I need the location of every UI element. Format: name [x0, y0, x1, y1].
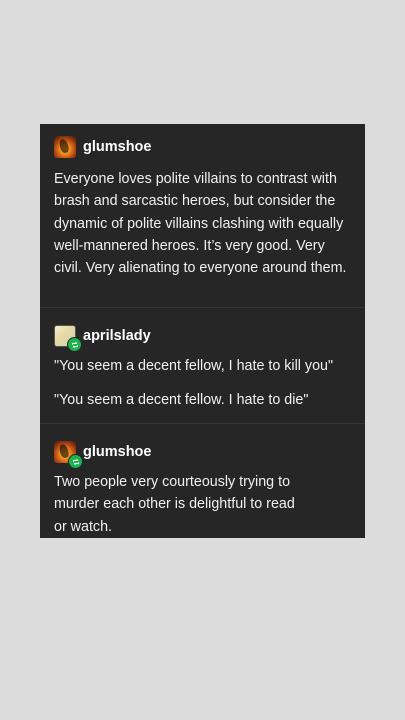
username-link[interactable]: aprilslady	[83, 328, 151, 344]
username-link[interactable]: glumshoe	[83, 139, 151, 155]
post-text: Two people very courteously trying to mu…	[54, 474, 295, 535]
post-header: glumshoe	[40, 437, 365, 469]
post-reblog-1: aprilslady "You seem a decent fellow, I …	[40, 307, 365, 423]
reblog-icon	[67, 337, 82, 352]
flame-avatar-icon[interactable]	[54, 136, 76, 158]
username-link[interactable]: glumshoe	[83, 444, 151, 460]
post-header: glumshoe	[40, 132, 365, 162]
post-original: glumshoe Everyone loves polite villains …	[40, 124, 365, 307]
reblog-icon	[68, 454, 83, 469]
post-text: Everyone loves polite villains to contra…	[54, 171, 347, 277]
flame-avatar-icon[interactable]	[54, 441, 83, 469]
post-text: "You seem a decent fellow. I hate to die…	[54, 392, 309, 409]
book-avatar-icon[interactable]	[54, 325, 82, 352]
reblog-thread-card: glumshoe Everyone loves polite villains …	[40, 124, 365, 538]
post-header: aprilslady	[40, 321, 365, 352]
post-text: "You seem a decent fellow, I hate to kil…	[54, 358, 334, 374]
post-reblog-2: glumshoe Two people very courteously try…	[40, 423, 365, 538]
